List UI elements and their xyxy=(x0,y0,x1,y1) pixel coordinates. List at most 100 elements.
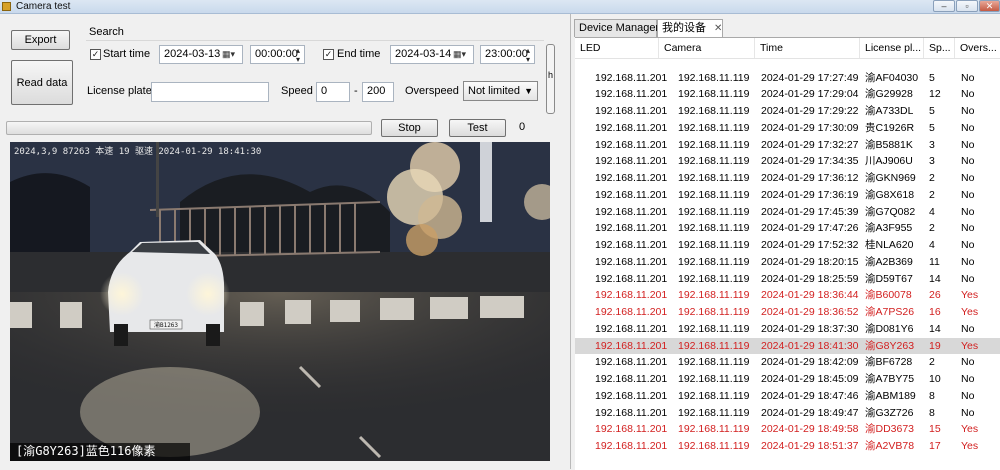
table-row[interactable]: 192.168.11.201 192.168.11.119 2024-01-29 1… xyxy=(575,371,1000,388)
calendar-icon[interactable]: ▦▾ xyxy=(222,49,235,60)
cell-time: 2024-01-29 17:36:19 xyxy=(761,188,859,201)
table-row[interactable]: 192.168.11.201 192.168.11.119 2024-01-29 1… xyxy=(575,187,1000,204)
table-row[interactable]: 192.168.11.201 192.168.11.119 2024-01-29 1… xyxy=(575,237,1000,254)
table-row[interactable]: 192.168.11.201 192.168.11.119 2024-01-29 1… xyxy=(575,354,1000,371)
end-time-checkbox[interactable]: ✓ xyxy=(323,49,334,60)
table-row[interactable]: 192.168.11.201 192.168.11.119 2024-01-29 1… xyxy=(575,421,1000,438)
cell-overspeed: No xyxy=(961,255,975,268)
speed-max-input[interactable]: 200 xyxy=(362,82,394,102)
tab-device-manager[interactable]: Device Manager xyxy=(574,19,659,37)
cell-led: 192.168.11.201 xyxy=(595,339,668,352)
start-time-checkbox[interactable]: ✓ xyxy=(90,49,101,60)
cell-overspeed: No xyxy=(961,138,975,151)
camera-view: 渝B1263 2024,3,9 87263 本速 19 驱速 2024-01-2… xyxy=(10,142,550,461)
cell-overspeed: No xyxy=(961,88,975,101)
cell-overspeed: No xyxy=(961,389,975,402)
column-led[interactable]: LED xyxy=(575,38,659,58)
table-row[interactable]: 192.168.11.201 192.168.11.119 2024-01-29 1… xyxy=(575,405,1000,422)
cell-camera: 192.168.11.119 xyxy=(678,389,750,402)
cell-speed: 4 xyxy=(929,205,935,218)
cell-speed: 2 xyxy=(929,222,935,235)
cell-license-plate: 渝G7Q082 xyxy=(865,205,916,218)
stop-button[interactable]: Stop xyxy=(381,119,438,137)
close-icon[interactable]: ✕ xyxy=(714,23,722,34)
column-time[interactable]: Time xyxy=(755,38,860,58)
tab-my-devices[interactable]: 我的设备 ✕ xyxy=(657,19,723,38)
table-row[interactable]: 192.168.11.201 192.168.11.119 2024-01-29 1… xyxy=(575,254,1000,271)
cell-time: 2024-01-29 18:25:59 xyxy=(761,272,859,285)
column-camera[interactable]: Camera xyxy=(659,38,755,58)
cell-license-plate: 川AJ906U xyxy=(865,155,913,168)
cell-speed: 4 xyxy=(929,239,935,251)
table-row[interactable]: 192.168.11.201 192.168.11.119 2024-01-29 1… xyxy=(575,438,1000,455)
cell-overspeed: No xyxy=(961,222,975,235)
cell-speed: 5 xyxy=(929,71,935,84)
cell-camera: 192.168.11.119 xyxy=(678,205,750,218)
speed-label: Speed xyxy=(281,85,313,97)
table-row[interactable]: 192.168.11.201 192.168.11.119 2024-01-29 1… xyxy=(575,304,1000,321)
cell-license-plate: 渝D081Y6 xyxy=(865,322,914,335)
cell-camera: 192.168.11.119 xyxy=(678,440,750,452)
search-group-label: Search xyxy=(89,26,124,38)
speed-min-input[interactable]: 0 xyxy=(316,82,350,102)
cell-led: 192.168.11.201 xyxy=(595,71,668,84)
cell-overspeed: No xyxy=(961,71,975,84)
records-table[interactable]: LED Camera Time License pl... Sp... Over… xyxy=(575,37,1000,470)
panel-divider[interactable] xyxy=(570,14,571,469)
column-speed[interactable]: Sp... xyxy=(924,38,955,58)
test-button[interactable]: Test xyxy=(449,119,506,137)
column-overspeed[interactable]: Overs... xyxy=(955,38,1000,58)
cell-overspeed: No xyxy=(961,373,975,385)
minimize-button[interactable]: – xyxy=(933,0,955,12)
table-row[interactable]: 192.168.11.201 192.168.11.119 2024-01-29 1… xyxy=(575,337,1000,355)
spin-icon[interactable]: ▴ ▾ xyxy=(296,46,300,64)
cell-license-plate: 渝B60078 xyxy=(865,289,912,302)
cell-led: 192.168.11.201 xyxy=(595,272,668,285)
maximize-button[interactable]: ▫ xyxy=(956,0,978,12)
table-row[interactable]: 192.168.11.201 192.168.11.119 2024-01-29 1… xyxy=(575,170,1000,187)
spin-icon[interactable]: ▴ ▾ xyxy=(526,46,530,64)
table-row[interactable]: 192.168.11.201 192.168.11.119 2024-01-29 1… xyxy=(575,388,1000,405)
start-time-label: Start time xyxy=(103,48,151,60)
cell-license-plate: 渝A733DL xyxy=(865,105,914,117)
table-row[interactable]: 192.168.11.201 192.168.11.119 2024-01-29 1… xyxy=(575,70,1000,87)
cell-license-plate: 渝ABM189 xyxy=(865,389,916,402)
read-data-button[interactable]: Read data xyxy=(11,60,73,105)
table-row[interactable]: 192.168.11.201 192.168.11.119 2024-01-29 1… xyxy=(575,153,1000,170)
car-plate-text: 渝B1263 xyxy=(154,321,178,329)
table-row[interactable]: 192.168.11.201 192.168.11.119 2024-01-29 1… xyxy=(575,137,1000,154)
cell-time: 2024-01-29 18:41:30 xyxy=(761,339,859,352)
table-row[interactable]: 192.168.11.201 192.168.11.119 2024-01-29 1… xyxy=(575,204,1000,221)
cell-time: 2024-01-29 17:32:27 xyxy=(761,138,859,151)
table-row[interactable]: 192.168.11.201 192.168.11.119 2024-01-29 1… xyxy=(575,120,1000,137)
table-row[interactable]: 192.168.11.201 192.168.11.119 2024-01-29 1… xyxy=(575,86,1000,103)
cell-led: 192.168.11.201 xyxy=(595,105,668,117)
table-row[interactable]: 192.168.11.201 192.168.11.119 2024-01-29 1… xyxy=(575,287,1000,304)
cell-time: 2024-01-29 18:36:44 xyxy=(761,289,859,302)
cell-camera: 192.168.11.119 xyxy=(678,306,750,318)
cell-license-plate: 渝G8Y263 xyxy=(865,339,915,352)
cell-speed: 3 xyxy=(929,155,935,168)
license-plate-input[interactable] xyxy=(151,82,269,102)
app-icon xyxy=(2,2,11,11)
export-button[interactable]: Export xyxy=(11,30,70,50)
table-row[interactable]: 192.168.11.201 192.168.11.119 2024-01-29 1… xyxy=(575,220,1000,237)
column-license-plate[interactable]: License pl... xyxy=(860,38,924,58)
close-button[interactable]: ✕ xyxy=(979,0,1000,12)
cell-led: 192.168.11.201 xyxy=(595,121,668,134)
table-row[interactable]: 192.168.11.201 192.168.11.119 2024-01-29 1… xyxy=(575,321,1000,338)
cell-speed: 26 xyxy=(929,289,941,302)
cell-camera: 192.168.11.119 xyxy=(678,423,750,436)
license-plate-label: License plate xyxy=(87,85,152,97)
cell-led: 192.168.11.201 xyxy=(595,306,668,318)
end-time-value: 23:00:00 xyxy=(485,48,528,60)
calendar-icon[interactable]: ▦▾ xyxy=(453,49,466,60)
table-row[interactable]: 192.168.11.201 192.168.11.119 2024-01-29 1… xyxy=(575,271,1000,288)
table-row[interactable]: 192.168.11.201 192.168.11.119 2024-01-29 1… xyxy=(575,103,1000,120)
end-time-label: End time xyxy=(337,48,381,60)
progress-bar xyxy=(6,121,372,135)
panel-scrollbar[interactable]: h xyxy=(546,44,555,114)
cell-overspeed: No xyxy=(961,155,975,168)
cell-license-plate: 渝AF04030 xyxy=(865,71,919,84)
overspeed-select[interactable]: Not limited ▼ xyxy=(463,81,538,101)
